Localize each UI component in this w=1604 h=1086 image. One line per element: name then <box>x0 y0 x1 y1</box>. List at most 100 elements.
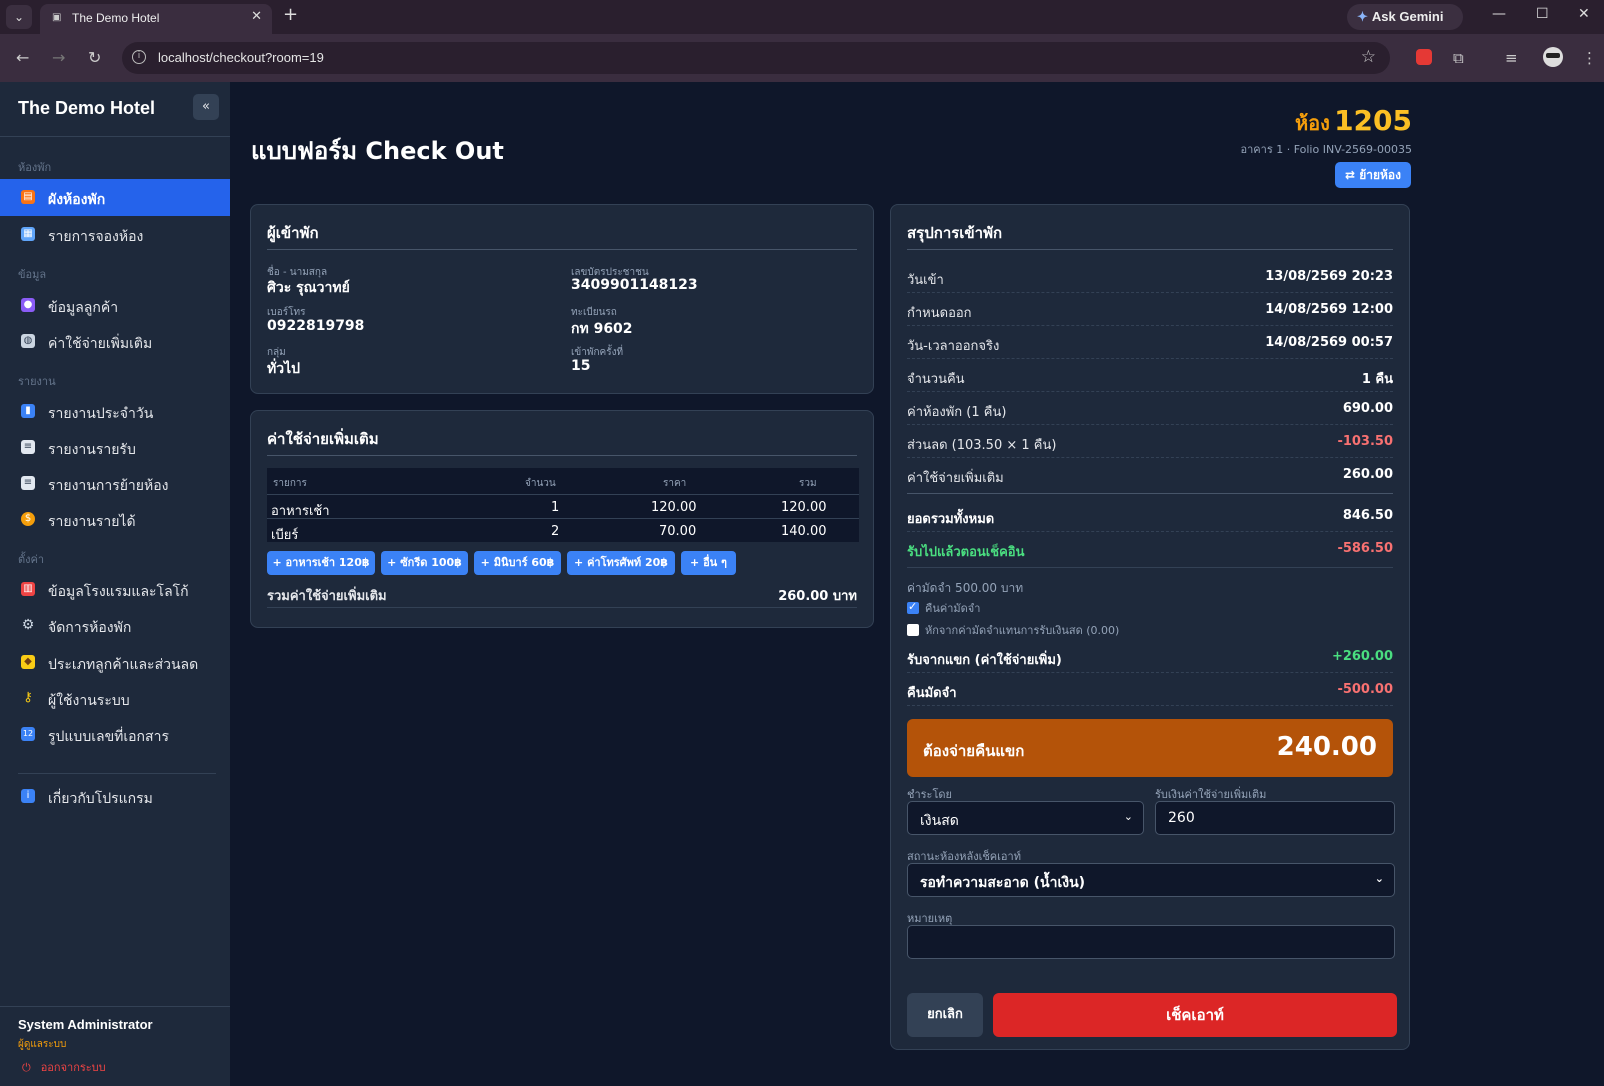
media-queue-icon[interactable]: ≡ <box>1505 49 1518 67</box>
item-cell: เบียร์ <box>271 528 299 543</box>
table-row: อาหารเช้า 1 120.00 120.00 <box>267 494 859 519</box>
pay-by-select[interactable]: เงินสด ⌄ <box>907 801 1144 835</box>
add-breakfast-button[interactable]: + อาหารเช้า 120฿ <box>267 551 375 575</box>
extra-received-input[interactable]: 260 <box>1155 801 1395 835</box>
expenses-card-title: ค่าใช้จ่ายเพิ่มเติม <box>267 430 379 448</box>
column-header: จำนวน <box>525 478 556 489</box>
summary-divider <box>907 567 1393 568</box>
ledger-icon: ≡ <box>21 476 35 490</box>
summary-value: -103.50 <box>1337 434 1393 449</box>
sidebar-item-label: รายการจองห้อง <box>48 229 144 245</box>
tab-title: The Demo Hotel <box>72 11 160 25</box>
column-header: รายการ <box>273 478 307 489</box>
tab-search-chevron-icon[interactable]: ⌄ <box>6 5 32 29</box>
chevron-down-icon: ⌄ <box>1123 810 1133 823</box>
summary-value: 13/08/2569 20:23 <box>1265 269 1393 284</box>
sidebar-item-document-numbering[interactable]: 12 รูปแบบเลขที่เอกสาร <box>0 716 230 753</box>
group-value: ทั่วไป <box>267 361 301 377</box>
power-icon: ⏻ <box>22 1061 31 1074</box>
sidebar-item-extra-charges[interactable]: ◍ ค่าใช้จ่ายเพิ่มเติม <box>0 323 230 360</box>
cancel-button[interactable]: ยกเลิก <box>907 993 983 1037</box>
refund-deposit-option[interactable]: คืนค่ามัดจำ <box>907 599 980 617</box>
sidebar-item-about[interactable]: i เกี่ยวกับโปรแกรม <box>0 778 230 815</box>
checkout-button[interactable]: เช็คเอาท์ <box>993 993 1397 1037</box>
received-value: -586.50 <box>1337 541 1393 556</box>
refund-deposit-label: คืนค่ามัดจำ <box>925 602 981 615</box>
expenses-table: รายการ จำนวน ราคา รวม อาหารเช้า 1 120.00… <box>267 468 859 543</box>
grand-total-value: 846.50 <box>1342 508 1393 523</box>
add-phone-button[interactable]: + ค่าโทรศัพท์ 20฿ <box>567 551 675 575</box>
sidebar-item-label: ผังห้องพัก <box>48 192 106 208</box>
reload-icon[interactable]: ↻ <box>88 48 101 67</box>
extensions-puzzle-icon[interactable]: ⧉ <box>1453 49 1464 67</box>
sidebar-item-receipts-report[interactable]: ≡ รายงานรายรับ <box>0 429 230 466</box>
note-input[interactable] <box>907 925 1395 959</box>
sidebar-item-room-management[interactable]: ⚙ จัดการห้องพัก <box>0 607 230 644</box>
forward-icon[interactable]: → <box>52 48 65 67</box>
url-field[interactable]: i localhost/checkout?room=19 ☆ <box>122 42 1390 74</box>
profile-avatar[interactable] <box>1543 47 1563 67</box>
extension-red-icon[interactable] <box>1416 49 1432 65</box>
room-number: 1205 <box>1334 104 1412 137</box>
summary-row-discount: ส่วนลด (103.50 × 1 คืน) -103.50 <box>907 426 1393 458</box>
maximize-icon[interactable]: ☐ <box>1536 6 1549 22</box>
summary-row-collect: รับจากแขก (ค่าใช้จ่ายเพิ่ม) +260.00 <box>907 641 1393 673</box>
sidebar-item-hotel-info[interactable]: ▥ ข้อมูลโรงแรมและโลโก้ <box>0 571 230 608</box>
add-laundry-button[interactable]: + ซักรีด 100฿ <box>381 551 468 575</box>
ask-gemini-button[interactable]: ✦ Ask Gemini <box>1347 4 1463 30</box>
sidebar: The Demo Hotel « ห้องพัก ▤ ผังห้องพัก ▦ … <box>0 82 230 1086</box>
column-header: ราคา <box>663 478 687 489</box>
room-status-select[interactable]: รอทำความสะอาด (น้ำเงิน) ⌄ <box>907 863 1395 897</box>
more-menu-icon[interactable]: ⋮ <box>1582 49 1597 67</box>
bookmark-star-icon[interactable]: ☆ <box>1361 47 1376 67</box>
deduct-deposit-checkbox[interactable] <box>907 624 919 636</box>
refund-deposit-checkbox[interactable] <box>907 600 919 614</box>
summary-row-room-charge: ค่าห้องพัก (1 คืน) 690.00 <box>907 393 1393 425</box>
sidebar-collapse-button[interactable]: « <box>193 94 219 120</box>
sidebar-item-bookings[interactable]: ▦ รายการจองห้อง <box>0 216 230 253</box>
table-header: รายการ จำนวน ราคา รวม <box>267 468 859 494</box>
sidebar-item-room-move-report[interactable]: ≡ รายงานการย้ายห้อง <box>0 465 230 502</box>
guest-name-value: ศิวะ รุณวาทย์ <box>267 280 350 296</box>
users-icon: ● <box>21 298 35 312</box>
sidebar-item-label: ข้อมูลลูกค้า <box>48 300 119 316</box>
sidebar-item-customers[interactable]: ● ข้อมูลลูกค้า <box>0 287 230 324</box>
deduct-deposit-option[interactable]: หักจากค่ามัดจำแทนการรับเงินสด (0.00) <box>907 621 1119 639</box>
pay-by-selected: เงินสด <box>920 813 959 829</box>
sidebar-item-users[interactable]: ⚷ ผู้ใช้งานระบบ <box>0 680 230 717</box>
new-tab-button[interactable]: + <box>283 4 298 25</box>
summary-label: ค่าใช้จ่ายเพิ่มเติม <box>907 471 1004 486</box>
info-icon: i <box>21 789 35 803</box>
logout-link[interactable]: ⏻ ออกจากระบบ <box>22 1058 106 1076</box>
sidebar-item-customer-types[interactable]: ◆ ประเภทลูกค้าและส่วนลด <box>0 644 230 681</box>
browser-tab[interactable]: ▣ The Demo Hotel ✕ <box>40 4 272 34</box>
refund-due-label: ต้องจ่ายคืนแขก <box>923 742 1025 760</box>
close-tab-icon[interactable]: ✕ <box>251 9 262 24</box>
sidebar-item-label: ค่าใช้จ่ายเพิ่มเติม <box>48 336 153 352</box>
section-reports: รายงาน <box>18 375 56 388</box>
sidebar-item-daily-report[interactable]: ▮ รายงานประจำวัน <box>0 393 230 430</box>
extra-received-value: 260 <box>1168 810 1195 826</box>
logout-label: ออกจากระบบ <box>40 1061 106 1074</box>
add-minibar-button[interactable]: + มินิบาร์ 60฿ <box>474 551 561 575</box>
summary-value: 1 คืน <box>1361 372 1393 387</box>
room-heading: ห้อง 1205 <box>1295 104 1412 139</box>
user-role: ผู้ดูแลระบบ <box>18 1039 67 1050</box>
sidebar-item-income-report[interactable]: $ รายงานรายได้ <box>0 501 230 538</box>
sidebar-item-label: รายงานการย้ายห้อง <box>48 478 169 494</box>
sidebar-item-room-map[interactable]: ▤ ผังห้องพัก <box>0 179 230 216</box>
table-row: เบียร์ 2 70.00 140.00 <box>267 518 859 543</box>
add-other-button[interactable]: + อื่น ๆ <box>681 551 736 575</box>
column-header: รวม <box>799 478 817 489</box>
back-icon[interactable]: ← <box>16 48 29 67</box>
summary-label: ค่าห้องพัก (1 คืน) <box>907 405 1007 420</box>
close-window-icon[interactable]: ✕ <box>1578 6 1590 22</box>
summary-value: 14/08/2569 12:00 <box>1265 302 1393 317</box>
deposit-title: ค่ามัดจำ 500.00 บาท <box>907 581 1024 595</box>
summary-label: วันเข้า <box>907 273 944 288</box>
site-info-icon[interactable]: i <box>132 50 146 64</box>
move-room-button[interactable]: ⇄ ย้ายห้อง <box>1335 162 1411 188</box>
grand-total-label: ยอดรวมทั้งหมด <box>907 512 995 527</box>
chart-icon: ▮ <box>21 404 35 418</box>
minimize-icon[interactable]: — <box>1492 6 1506 22</box>
